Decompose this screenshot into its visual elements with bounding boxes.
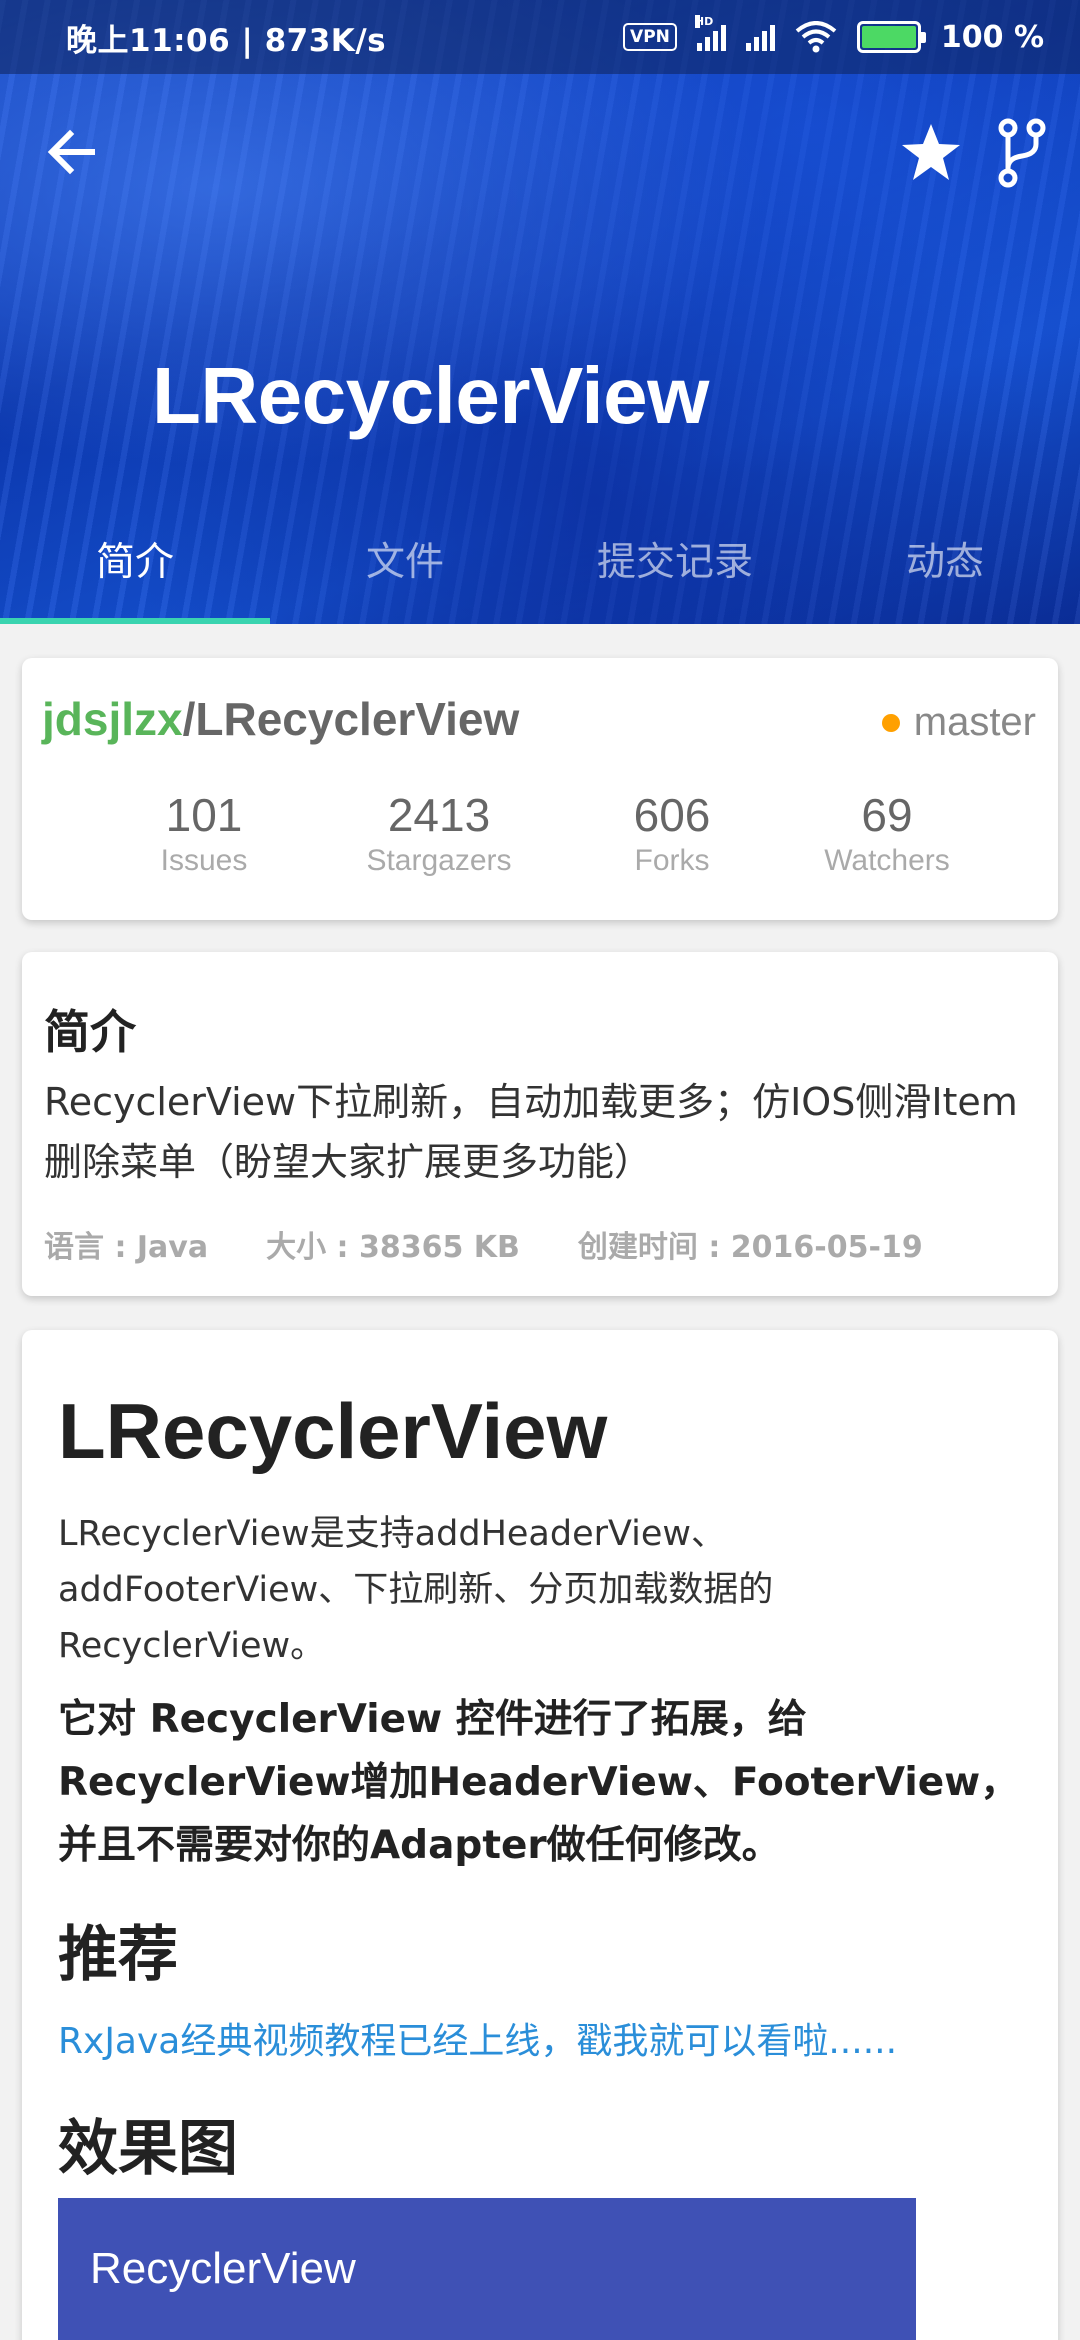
fork-icon[interactable] xyxy=(996,118,1048,188)
stat-label: Watchers xyxy=(824,844,950,877)
meta-language: 语言 : Java xyxy=(44,1230,209,1265)
intro-card: 简介 RecyclerView下拉刷新，自动加载更多；仿IOS侧滑Item删除菜… xyxy=(22,952,1058,1296)
stat-label: Forks xyxy=(634,844,710,877)
signal-icon xyxy=(745,23,775,51)
repo-full-name: jdsjlzx/LRecyclerView xyxy=(42,692,519,746)
tab-activity[interactable]: 动态 xyxy=(810,508,1080,624)
tab-intro[interactable]: 简介 xyxy=(0,508,270,624)
toolbar xyxy=(0,100,1080,204)
star-icon[interactable] xyxy=(898,120,964,186)
intro-heading: 简介 xyxy=(44,1005,136,1059)
repo-owner-link[interactable]: jdsjlzx xyxy=(42,693,183,745)
battery-icon xyxy=(856,21,926,53)
intro-description: RecyclerView下拉刷新，自动加载更多；仿IOS侧滑Item删除菜单（盼… xyxy=(44,1080,1018,1184)
battery-percent: 100 % xyxy=(940,19,1044,55)
branch-name: master xyxy=(913,700,1036,744)
arrow-left-icon[interactable] xyxy=(42,122,102,182)
readme-paragraph: LRecyclerView是支持addHeaderView、addFooterV… xyxy=(58,1514,774,1666)
path-separator: / xyxy=(182,693,196,745)
stat-issues[interactable]: 101 Issues xyxy=(104,790,304,878)
stat-stargazers[interactable]: 2413 Stargazers xyxy=(324,790,554,878)
readme-card: LRecyclerView LRecyclerView是支持addHeaderV… xyxy=(22,1330,1058,2340)
meta-created: 创建时间 : 2016-05-19 xyxy=(577,1230,923,1265)
branch-dot-icon xyxy=(881,713,900,732)
stat-value: 606 xyxy=(633,789,711,841)
tab-files[interactable]: 文件 xyxy=(270,508,540,624)
repo-title: LRecyclerView xyxy=(152,351,709,440)
status-bar: 晚上11:06 | 873K/s VPN HD 100 % xyxy=(0,0,1080,74)
readme-bold-text: 它对 RecyclerView 控件进行了拓展，给RecyclerView增加H… xyxy=(58,1697,1020,1868)
repo-header: 晚上11:06 | 873K/s VPN HD 100 % LRecyclerV… xyxy=(0,0,1080,624)
stat-label: Issues xyxy=(160,844,248,877)
battery-level xyxy=(861,26,916,48)
tab-bar: 简介 文件 提交记录 动态 xyxy=(0,508,1080,624)
readme-video-link[interactable]: RxJava经典视频教程已经上线，戳我就可以看啦...... xyxy=(58,2012,897,2064)
tab-commits[interactable]: 提交记录 xyxy=(540,508,810,624)
stat-value: 69 xyxy=(861,789,913,841)
readme-title: LRecyclerView xyxy=(58,1387,608,1475)
demo-image-title: RecyclerView xyxy=(90,2244,356,2293)
signal-hd-icon: HD xyxy=(694,15,726,51)
readme-heading-recommend: 推荐 xyxy=(58,1920,178,1990)
stat-label: Stargazers xyxy=(366,844,512,877)
status-icons: VPN HD 100 % xyxy=(623,15,1044,55)
hd-label: HD xyxy=(694,15,714,28)
branch-selector[interactable]: master xyxy=(881,700,1036,745)
repo-meta: 语言 : Java 大小 : 38365 KB 创建时间 : 2016-05-1… xyxy=(44,1222,923,1266)
wifi-icon xyxy=(795,21,837,53)
status-time-speed: 晚上11:06 | 873K/s xyxy=(66,22,387,59)
stat-value: 101 xyxy=(165,789,243,841)
tab-indicator xyxy=(0,618,270,624)
stat-value: 2413 xyxy=(387,789,491,841)
stat-forks[interactable]: 606 Forks xyxy=(572,790,772,878)
readme-heading-demo: 效果图 xyxy=(58,2114,238,2184)
repo-info-card: jdsjlzx/LRecyclerView master 101 Issues … xyxy=(22,658,1058,920)
demo-screenshot-image: RecyclerView xyxy=(58,2198,916,2340)
repo-name: LRecyclerView xyxy=(195,693,520,745)
vpn-icon: VPN xyxy=(623,23,677,51)
meta-size: 大小 : 38365 KB xyxy=(266,1230,520,1265)
stat-watchers[interactable]: 69 Watchers xyxy=(777,790,997,878)
